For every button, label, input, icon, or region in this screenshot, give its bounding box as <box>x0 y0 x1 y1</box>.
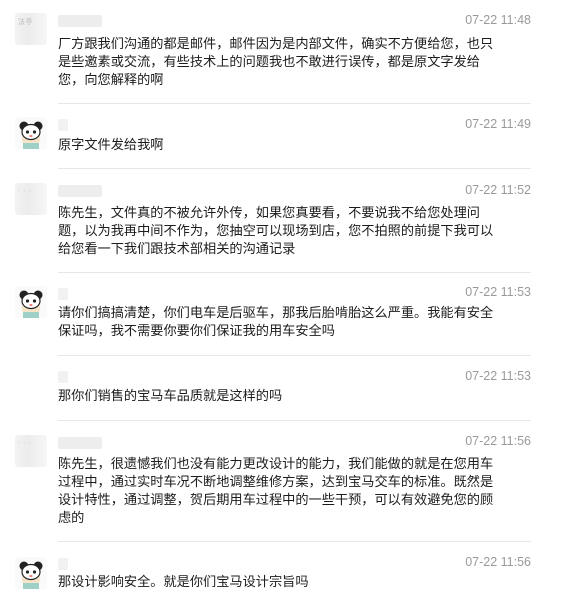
sender-name <box>58 437 102 449</box>
message-time: 07-22 11:56 <box>465 555 531 569</box>
divider <box>58 272 531 273</box>
message-time: 07-22 11:56 <box>465 434 531 448</box>
message-time: 07-22 11:53 <box>465 369 531 383</box>
avatar-text: · · · <box>18 187 32 195</box>
avatar[interactable] <box>15 117 47 149</box>
message-time: 07-22 11:49 <box>465 117 531 131</box>
message-time: 07-22 11:52 <box>465 183 531 197</box>
message-text: 陈先生，文件真的不被允许外传，如果您真要看，不要说我不给您处理问 题，以为我再中… <box>58 206 494 257</box>
cartoon-avatar-icon <box>15 557 47 589</box>
sender-name <box>58 15 102 27</box>
message-text: 原字文件发给我啊 <box>58 138 164 153</box>
divider <box>58 541 531 542</box>
divider <box>58 355 531 356</box>
sender-name <box>58 119 68 131</box>
chat-history: 法亭 07-22 11:48 厂方跟我们沟通的都是邮件，邮件因为是内部文件，确实… <box>0 0 561 615</box>
message-text: 陈先生，很遗憾我们也没有能力更改设计的能力，我们能做的就是在您用车 过程中，通过… <box>58 457 494 526</box>
message-text: 厂方跟我们沟通的都是邮件，邮件因为是内部文件，确实不方便给您，也只 是些邀素或交… <box>58 37 494 88</box>
message-text: 请你们搞搞清楚，你们电车是后驱车，那我后胎啃胎这么严重。我能有安全 保证吗，我不… <box>58 306 494 339</box>
sender-name <box>58 185 102 197</box>
sender-name <box>58 558 68 570</box>
cartoon-avatar-icon <box>15 117 47 149</box>
message-time: 07-22 11:48 <box>465 13 531 27</box>
sender-name <box>58 288 68 300</box>
avatar-text: 法亭 <box>18 18 33 26</box>
message-text: 那设计影响安全。就是你们宝马设计宗旨吗 <box>58 575 309 590</box>
message-text: 那你们销售的宝马车品质就是这样的吗 <box>58 389 283 404</box>
message-time: 07-22 11:53 <box>465 285 531 299</box>
divider <box>58 103 531 104</box>
divider <box>58 168 531 169</box>
avatar[interactable]: · · · <box>15 183 47 215</box>
avatar[interactable]: · · · <box>15 435 47 467</box>
cartoon-avatar-icon <box>15 286 47 318</box>
divider <box>58 420 531 421</box>
avatar-text: · · · <box>18 439 32 447</box>
avatar[interactable] <box>15 286 47 318</box>
avatar[interactable] <box>15 557 47 589</box>
avatar[interactable]: 法亭 <box>15 13 47 45</box>
sender-name <box>58 371 68 383</box>
